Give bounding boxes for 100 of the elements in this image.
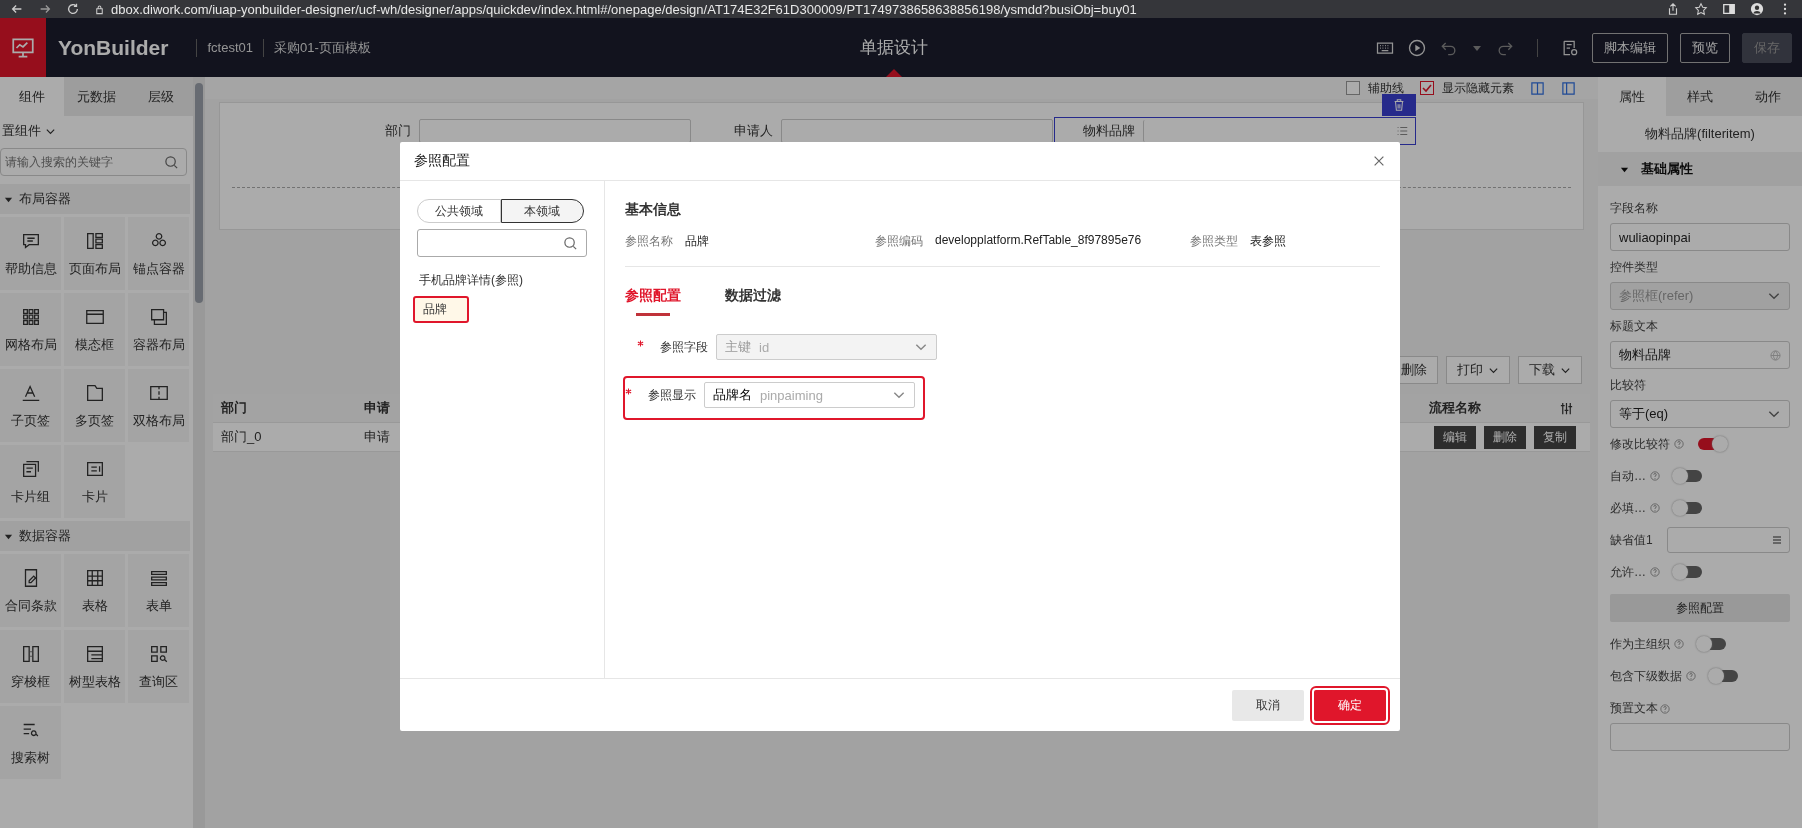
info-label: 参照编码 <box>875 233 923 250</box>
list-icon[interactable] <box>1395 124 1409 138</box>
section-header[interactable]: 布局容器 <box>0 184 190 214</box>
component-tile[interactable]: 树型表格 <box>64 630 125 703</box>
text-field[interactable] <box>1610 723 1790 751</box>
logo-icon <box>0 18 46 77</box>
component-title: 物料品牌(filteritem) <box>1644 125 1756 143</box>
component-tile[interactable]: 表单 <box>128 554 189 627</box>
select-field[interactable]: 品牌名 pinpaiming <box>704 382 915 408</box>
component-tile[interactable]: 子页签 <box>0 369 61 442</box>
component-tile[interactable]: 穿梭框 <box>0 630 61 703</box>
component-tile[interactable]: 卡片组 <box>0 445 61 518</box>
panel-tab[interactable]: 组件 <box>0 77 65 116</box>
header-button[interactable]: 预览 <box>1680 32 1730 63</box>
back-arrow-icon[interactable] <box>10 2 24 16</box>
component-tile[interactable]: 锚点容器 <box>128 217 189 290</box>
scope-tab[interactable]: 本领域 <box>500 199 584 223</box>
field-label: 控件类型 <box>1610 259 1658 276</box>
trash-icon <box>1392 98 1406 112</box>
component-tile[interactable]: 模态框 <box>64 293 125 366</box>
toggle-switch[interactable] <box>1710 670 1738 682</box>
column-header: 部门 <box>220 399 248 417</box>
dialog-title: 参照配置 <box>414 152 470 170</box>
panel-tab[interactable]: 样式 <box>1666 77 1734 116</box>
play-icon[interactable] <box>1407 37 1427 58</box>
column-header: 申请 <box>363 399 391 417</box>
reference-list-item[interactable]: 手机品牌详情(参照) <box>413 267 529 294</box>
toggle-switch[interactable] <box>1674 502 1702 514</box>
info-value: 表参照 <box>1250 233 1286 250</box>
reference-list-item[interactable]: 品牌 <box>413 296 469 323</box>
page-name: 采购01-页面模板 <box>274 38 371 57</box>
panel-tab[interactable]: 元数据 <box>64 77 129 116</box>
star-icon[interactable] <box>1694 2 1708 16</box>
cancel-button[interactable]: 取消 <box>1232 689 1304 721</box>
app-name: fctest01 <box>207 40 253 55</box>
component-tile[interactable]: 搜索树 <box>0 706 61 779</box>
toggle-switch[interactable] <box>1698 438 1726 450</box>
column-settings-icon[interactable] <box>1559 400 1574 416</box>
component-tile[interactable]: 表格 <box>64 554 125 627</box>
two-columns-icon[interactable] <box>1530 80 1545 96</box>
panel-tab[interactable]: 动作 <box>1734 77 1802 116</box>
component-tile[interactable]: 卡片 <box>64 445 125 518</box>
select-field[interactable]: 等于(eq) <box>1610 400 1790 428</box>
header-button[interactable]: 脚本编辑 <box>1592 32 1668 63</box>
category-dropdown[interactable]: 置组件 <box>0 122 58 140</box>
component-tile[interactable]: 查询区 <box>128 630 189 703</box>
menu-icon[interactable] <box>1771 534 1783 546</box>
component-tile[interactable]: 网格布局 <box>0 293 61 366</box>
address-bar-url[interactable]: dbox.diwork.com/iuap-yonbuilder-designer/ucf-wh/designer/apps/quickdev/index.html#/onepage/design/AT174E32F61D300009/PT1749738658638856198/ysmdd?busiObj=buy01 <box>111 1 1137 17</box>
checkbox[interactable] <box>1346 81 1360 95</box>
column-header: 流程名称 <box>1429 399 1482 417</box>
component-tile[interactable]: 页面布局 <box>64 217 125 290</box>
row-action-button[interactable]: 删除 <box>1484 425 1526 449</box>
brand-name: YonBuilder <box>58 35 169 60</box>
row-action-button[interactable]: 编辑 <box>1434 425 1476 449</box>
info-value: developplatform.RefTable_8f97895e76 <box>935 233 1142 249</box>
share-icon[interactable] <box>1666 2 1680 16</box>
search-icon[interactable] <box>563 235 578 251</box>
component-tile[interactable]: 容器布局 <box>128 293 189 366</box>
reference-config-button[interactable]: 参照配置 <box>1610 594 1790 622</box>
checkbox[interactable] <box>1420 81 1434 95</box>
component-tile[interactable]: 合同条款 <box>0 554 61 627</box>
table-cell-text: 部门_0 <box>220 428 263 446</box>
field-label: 包含下级数据 <box>1610 667 1682 685</box>
table-cell-text: 申请 <box>363 428 391 446</box>
toggle-switch[interactable] <box>1674 470 1702 482</box>
two-columns-icon[interactable] <box>1561 80 1576 96</box>
page-title-tab[interactable]: 单据设计 <box>860 36 928 59</box>
section-header[interactable]: 数据容器 <box>0 521 190 551</box>
dialog-tab[interactable]: 数据过滤 <box>725 287 781 316</box>
delete-button[interactable] <box>1382 94 1416 116</box>
search-field[interactable]: 请输入搜索的关键字 <box>0 148 187 176</box>
dialog-tab[interactable]: 参照配置 <box>625 287 681 316</box>
row-action-button[interactable]: 复制 <box>1534 425 1576 449</box>
dropdown-button[interactable]: 打印 <box>1446 356 1510 384</box>
component-tile[interactable]: 多页签 <box>64 369 125 442</box>
scope-tab[interactable]: 公共领域 <box>417 199 501 223</box>
component-tile[interactable]: 帮助信息 <box>0 217 61 290</box>
search-icon[interactable] <box>164 155 179 170</box>
sidebar-icon[interactable] <box>1722 2 1736 16</box>
text-field[interactable]: 物料品牌 <box>1610 341 1790 369</box>
field-label: 修改比较符 <box>1610 435 1670 453</box>
dropdown-button[interactable]: 下载 <box>1518 356 1582 384</box>
component-tile[interactable]: 双格布局 <box>128 369 189 442</box>
field-label: 预置文本 <box>1610 700 1658 717</box>
profile-icon[interactable] <box>1750 2 1764 16</box>
checkbox-label: 辅助线 <box>1368 79 1404 97</box>
search-field[interactable] <box>417 229 587 257</box>
panel-tab[interactable]: 层级 <box>128 77 193 116</box>
forward-arrow-icon[interactable] <box>38 2 52 16</box>
toggle-switch[interactable] <box>1698 638 1726 650</box>
section-header[interactable]: 基础属性 <box>1598 152 1802 186</box>
lookup-field[interactable] <box>1666 527 1790 553</box>
reload-icon[interactable] <box>66 2 80 16</box>
toggle-switch[interactable] <box>1674 566 1702 578</box>
scrollbar[interactable] <box>193 77 205 828</box>
field-label: 缺省值1 <box>1610 531 1653 549</box>
text-field[interactable]: wuliaopinpai <box>1610 223 1790 251</box>
info-value: 品牌 <box>685 233 709 250</box>
close-icon[interactable] <box>1372 154 1386 168</box>
